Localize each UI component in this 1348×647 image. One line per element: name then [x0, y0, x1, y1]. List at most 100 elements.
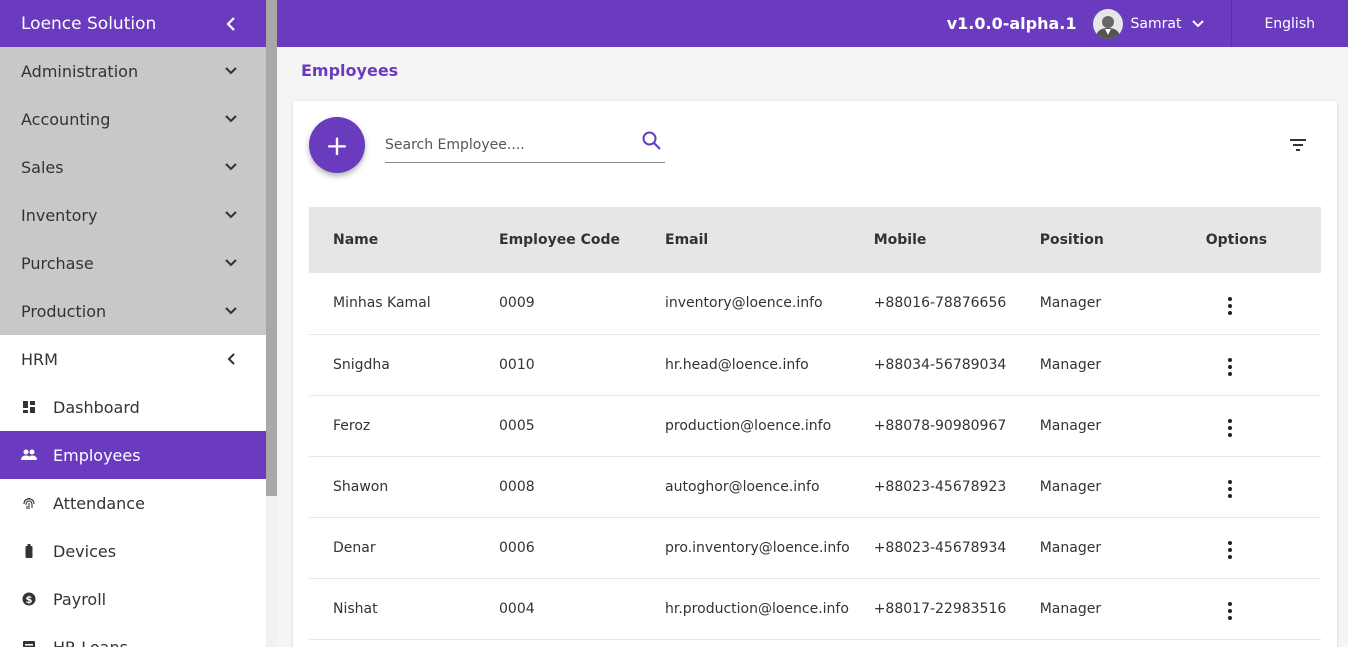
sidebar-item-label: Dashboard	[53, 397, 140, 417]
search-icon[interactable]	[641, 130, 663, 152]
sidebar-scrollbar[interactable]	[266, 0, 277, 647]
chevron-down-icon	[224, 208, 238, 222]
cell-position: Manager	[1039, 478, 1102, 495]
language-selector[interactable]: English	[1231, 0, 1348, 47]
more-vert-icon[interactable]	[1220, 538, 1240, 562]
add-employee-button[interactable]: +	[309, 117, 365, 173]
column-header-employee-code[interactable]: Employee Code	[475, 207, 641, 273]
sidebar-item-label: HR Loans	[53, 637, 128, 647]
menu-item-purchase[interactable]: Purchase	[0, 239, 266, 287]
menu-item-accounting[interactable]: Accounting	[0, 95, 266, 143]
cell-name: Feroz	[333, 417, 371, 434]
fingerprint-icon	[21, 495, 37, 511]
cell-code: 0010	[499, 356, 535, 373]
sidebar-item-attendance[interactable]: Attendance	[0, 479, 266, 527]
list-icon	[21, 639, 37, 647]
sidebar-item-label: Attendance	[53, 493, 145, 513]
cell-name: Snigdha	[333, 356, 390, 373]
app-title: Loence Solution	[21, 13, 157, 34]
table-row[interactable]: Snigdha 0010 hr.head@loence.info +88034-…	[309, 334, 1321, 395]
menu-item-sales[interactable]: Sales	[0, 143, 266, 191]
menu-item-production[interactable]: Production	[0, 287, 266, 335]
sidebar-item-devices[interactable]: Devices	[0, 527, 266, 575]
cell-options	[1182, 395, 1321, 456]
cell-options	[1182, 456, 1321, 517]
table-row[interactable]: Denar 0006 pro.inventory@loence.info +88…	[309, 517, 1321, 578]
chevron-down-icon[interactable]	[1191, 19, 1205, 29]
cell-email: pro.inventory@loence.info	[665, 539, 850, 556]
cell-email: inventory@loence.info	[665, 295, 823, 312]
cell-position: Manager	[1039, 539, 1102, 556]
cell-code: 0006	[499, 539, 535, 556]
dollar-icon: $	[21, 591, 37, 607]
menu-item-label: Administration	[21, 61, 139, 81]
employees-table: Name Employee Code Email Mobile Position…	[309, 207, 1321, 640]
cell-name: Denar	[333, 539, 376, 556]
search-field	[385, 127, 665, 163]
cell-position: Manager	[1039, 356, 1102, 373]
more-vert-icon[interactable]	[1220, 477, 1240, 501]
cell-name: Nishat	[333, 600, 378, 617]
sidebar-item-employees[interactable]: Employees	[0, 431, 266, 479]
chevron-down-icon	[224, 256, 238, 270]
people-icon	[21, 447, 37, 463]
more-vert-icon[interactable]	[1220, 599, 1240, 623]
cell-options	[1182, 517, 1321, 578]
column-header-email[interactable]: Email	[641, 207, 850, 273]
cell-email: production@loence.info	[665, 417, 832, 434]
column-header-position[interactable]: Position	[1016, 207, 1182, 273]
filter-icon[interactable]	[1288, 137, 1312, 157]
cell-name: Minhas Kamal	[333, 295, 431, 312]
sidebar: Loence Solution Administration Accountin…	[0, 0, 266, 647]
menu-item-label: Sales	[21, 157, 64, 177]
table-row[interactable]: Feroz 0005 production@loence.info +88078…	[309, 395, 1321, 456]
cell-position: Manager	[1039, 600, 1102, 617]
menu-item-label: HRM	[21, 349, 58, 369]
cell-mobile: +88016-78876656	[873, 295, 1007, 312]
version-label: v1.0.0-alpha.1	[946, 14, 1077, 33]
column-header-mobile[interactable]: Mobile	[850, 207, 1016, 273]
sidebar-header: Loence Solution	[0, 0, 266, 47]
menu-item-inventory[interactable]: Inventory	[0, 191, 266, 239]
column-header-name[interactable]: Name	[309, 207, 475, 273]
sidebar-item-hr-loans[interactable]: HR Loans	[0, 623, 266, 647]
cell-code: 0004	[499, 600, 535, 617]
menu-item-administration[interactable]: Administration	[0, 47, 266, 95]
chevron-down-icon	[224, 112, 238, 126]
column-header-options: Options	[1205, 232, 1268, 248]
menu-item-label: Accounting	[21, 109, 111, 129]
sidebar-item-label: Employees	[53, 445, 141, 465]
table-row[interactable]: Nishat 0004 hr.production@loence.info +8…	[309, 578, 1321, 639]
employees-card: + Name Employee Code Email Mobile Positi…	[293, 101, 1337, 647]
menu-item-label: Inventory	[21, 205, 98, 225]
chevron-down-icon	[224, 160, 238, 174]
top-bar: v1.0.0-alpha.1 Samrat English	[277, 0, 1348, 47]
table-row[interactable]: Shawon 0008 autoghor@loence.info +88023-…	[309, 456, 1321, 517]
menu-group: Administration Accounting Sales Inventor…	[0, 47, 266, 335]
sidebar-item-dashboard[interactable]: Dashboard	[0, 383, 266, 431]
search-input[interactable]	[385, 136, 641, 153]
more-vert-icon[interactable]	[1220, 355, 1240, 379]
cell-code: 0009	[499, 295, 535, 312]
sidebar-item-payroll[interactable]: $ Payroll	[0, 575, 266, 623]
cell-email: hr.head@loence.info	[665, 356, 809, 373]
cell-options	[1182, 273, 1321, 334]
collapse-sidebar-icon[interactable]	[224, 16, 238, 31]
cell-code: 0005	[499, 417, 535, 434]
menu-item-label: Production	[21, 301, 107, 321]
scrollbar-thumb[interactable]	[266, 0, 277, 496]
avatar[interactable]	[1092, 8, 1123, 39]
username[interactable]: Samrat	[1131, 16, 1182, 32]
cell-position: Manager	[1039, 417, 1102, 434]
table-row[interactable]: Minhas Kamal 0009 inventory@loence.info …	[309, 273, 1321, 334]
chevron-left-icon	[224, 352, 238, 366]
menu-item-hrm[interactable]: HRM	[0, 335, 266, 383]
more-vert-icon[interactable]	[1220, 294, 1240, 318]
cell-email: autoghor@loence.info	[665, 478, 820, 495]
table-header-row: Name Employee Code Email Mobile Position…	[309, 207, 1321, 273]
page-title: Employees	[301, 61, 399, 80]
cell-mobile: +88023-45678923	[873, 478, 1007, 495]
cell-name: Shawon	[333, 478, 389, 495]
menu-item-label: Purchase	[21, 253, 94, 273]
more-vert-icon[interactable]	[1220, 416, 1240, 440]
